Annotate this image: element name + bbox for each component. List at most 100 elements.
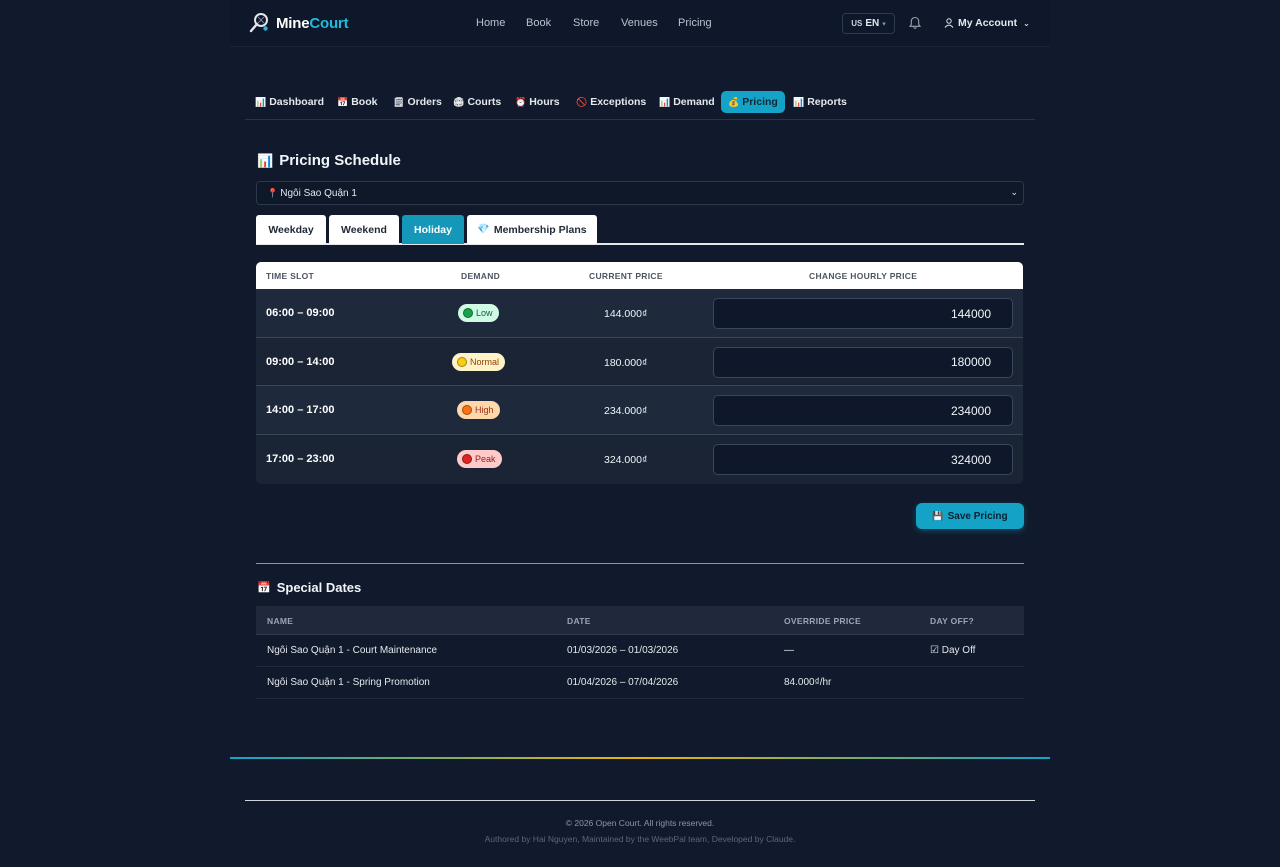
table-row[interactable]: Ngôi Sao Quận 1 - Court Maintenance 01/0…	[256, 635, 1024, 667]
logo[interactable]: MineCourt	[248, 12, 349, 34]
chart-icon: 📊	[255, 96, 267, 107]
section-title-text: Special Dates	[276, 580, 362, 595]
subnav-label: Hours	[529, 96, 560, 108]
language-code: EN	[865, 18, 880, 29]
subnav-label: Reports	[807, 96, 847, 108]
yellow-circle-icon	[457, 356, 467, 367]
time-slot: 14:00 – 17:00	[266, 404, 335, 417]
time-slot: 17:00 – 23:00	[266, 453, 335, 466]
account-menu[interactable]: My Account ⌄	[944, 17, 1030, 29]
subnav-orders[interactable]: 🗒 Orders	[393, 91, 442, 113]
chevron-down-icon: ⌄	[1010, 187, 1018, 197]
special-date-range: 01/03/2026 – 01/03/2026	[567, 645, 679, 656]
subnav-label: Orders	[407, 96, 442, 108]
calendar-icon: 📅	[337, 96, 349, 107]
orange-circle-icon	[462, 405, 472, 416]
price-input-value: 180000	[950, 355, 991, 370]
special-date-name: Ngôi Sao Quận 1 - Spring Promotion	[267, 677, 430, 688]
chart-icon: 📊	[257, 152, 274, 168]
tab-label: Weekend	[341, 223, 387, 236]
current-price: 180.000₫	[604, 356, 648, 369]
time-slot: 09:00 – 14:00	[266, 355, 335, 368]
footer-accent-line	[230, 757, 1050, 759]
subnav-exceptions[interactable]: 🚫 Exceptions	[576, 91, 646, 113]
tab-weekday[interactable]: Weekday	[256, 215, 326, 244]
bell-icon[interactable]	[908, 16, 922, 30]
money-bag-icon: 💰	[728, 96, 740, 107]
flag-us: US	[851, 19, 863, 28]
hourly-price-input[interactable]: 180000	[713, 346, 1013, 378]
subnav-book[interactable]: 📅 Book	[337, 91, 377, 113]
subnav-demand[interactable]: 📊 Demand	[659, 91, 715, 113]
subnav-hours[interactable]: ⏰ Hours	[515, 91, 560, 113]
language-selector[interactable]: US EN ▾	[842, 13, 895, 34]
demand-label: Normal	[470, 356, 500, 367]
tab-holiday[interactable]: Holiday	[402, 215, 464, 244]
nav-pricing[interactable]: Pricing	[678, 17, 712, 29]
current-price: 324.000₫	[604, 454, 648, 467]
price-input-value: 324000	[950, 452, 991, 467]
table-row: 06:00 – 09:00 Low 144.000₫ 144000	[256, 289, 1023, 338]
admin-subnav: 📊 Dashboard 📅 Book 🗒 Orders 🏟 Courts ⏰ Hours …	[245, 91, 1035, 120]
account-label: My Account	[958, 17, 1018, 29]
tab-label: Membership Plans	[493, 223, 587, 236]
nav-venues[interactable]: Venues	[621, 17, 658, 29]
special-date-name: Ngôi Sao Quận 1 - Court Maintenance	[267, 645, 438, 656]
price-input-value: 144000	[950, 306, 991, 321]
column-header: DAY OFF?	[930, 616, 974, 626]
save-pricing-button[interactable]: 💾 Save Pricing	[916, 503, 1024, 529]
subnav-label: Exceptions	[590, 96, 647, 108]
subnav-label: Pricing	[742, 96, 778, 108]
calendar-icon: 📅	[257, 582, 271, 594]
alarm-clock-icon: ⏰	[515, 96, 527, 107]
override-price: 84.000₫/hr	[784, 677, 832, 688]
user-icon	[944, 18, 954, 28]
time-slot: 06:00 – 09:00	[266, 307, 335, 319]
subnav-label: Book	[351, 96, 378, 108]
chevron-down-icon: ⌄	[1023, 18, 1030, 28]
pricing-tabs: Weekday Weekend Holiday 💎 Membership Pla…	[256, 215, 1024, 245]
pricing-table: TIME SLOT DEMAND CURRENT PRICE CHANGE HO…	[256, 262, 1023, 484]
demand-label: Peak	[475, 454, 496, 465]
footer-divider	[245, 800, 1035, 801]
venue-select-value: Ngôi Sao Quận 1	[280, 187, 357, 199]
green-circle-icon	[463, 308, 473, 318]
subnav-label: Demand	[673, 96, 715, 108]
chart-icon: 📊	[793, 96, 805, 107]
chart-icon: 📊	[659, 96, 671, 107]
subnav-pricing[interactable]: 💰 Pricing	[721, 91, 785, 113]
table-header: TIME SLOT DEMAND CURRENT PRICE CHANGE HO…	[256, 262, 1023, 289]
column-header: OVERRIDE PRICE	[784, 616, 861, 626]
hourly-price-input[interactable]: 324000	[713, 444, 1013, 476]
tab-membership-plans[interactable]: 💎 Membership Plans	[467, 215, 597, 244]
column-header: CURRENT PRICE	[589, 271, 663, 281]
table-row: 09:00 – 14:00 Normal 180.000₫ 180000	[256, 337, 1023, 387]
venue-select[interactable]: 📍 Ngôi Sao Quận 1 ⌄	[256, 181, 1024, 205]
override-price: —	[784, 645, 794, 656]
nav-book[interactable]: Book	[526, 17, 551, 29]
table-header: NAME DATE OVERRIDE PRICE DAY OFF?	[256, 606, 1024, 635]
special-date-range: 01/04/2026 – 07/04/2026	[567, 677, 679, 688]
demand-label: High	[475, 405, 494, 416]
nav-store[interactable]: Store	[573, 17, 599, 29]
hourly-price-input[interactable]: 234000	[713, 395, 1013, 427]
subnav-reports[interactable]: 📊 Reports	[793, 91, 847, 113]
racket-icon	[249, 13, 268, 33]
pin-icon: 📍	[267, 187, 279, 198]
tab-weekend[interactable]: Weekend	[329, 215, 399, 244]
stadium-icon: 🏟	[453, 96, 465, 107]
demand-badge: Peak	[457, 450, 502, 469]
demand-badge: Normal	[452, 352, 506, 371]
subnav-courts[interactable]: 🏟 Courts	[453, 91, 501, 113]
subnav-label: Courts	[467, 96, 502, 108]
subnav-dashboard[interactable]: 📊 Dashboard	[255, 91, 324, 113]
current-price: 144.000₫	[604, 308, 648, 320]
special-dates-table: NAME DATE OVERRIDE PRICE DAY OFF? Ngôi S…	[256, 606, 1024, 699]
page-title-text: Pricing Schedule	[279, 152, 401, 169]
notepad-icon: 🗒	[393, 96, 405, 107]
table-row[interactable]: Ngôi Sao Quận 1 - Spring Promotion 01/04…	[256, 667, 1024, 699]
save-button-label: Save Pricing	[947, 510, 1008, 522]
nav-home[interactable]: Home	[476, 17, 505, 29]
hourly-price-input[interactable]: 144000	[713, 298, 1013, 329]
gem-icon: 💎	[477, 224, 490, 235]
